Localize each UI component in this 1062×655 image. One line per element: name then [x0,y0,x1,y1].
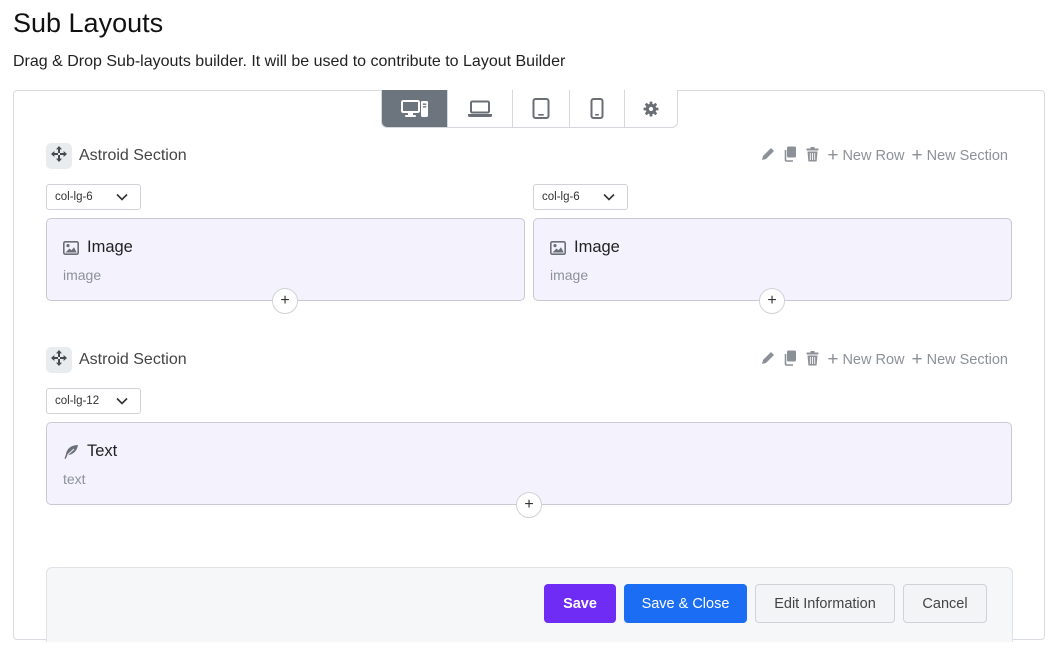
element-type: text [63,471,86,487]
builder-footer: Save Save & Close Edit Information Cance… [46,567,1013,642]
element-card-image[interactable]: Image image + [533,218,1012,314]
section-move-handle[interactable] [46,347,72,373]
page-title: Sub Layouts [13,8,164,38]
column-size-select[interactable]: col-lg-6 [533,184,628,210]
plus-icon: + [827,349,839,370]
device-settings-button[interactable] [625,90,677,127]
desktop-icon [400,99,429,119]
tablet-icon [532,98,550,119]
sublayout-builder: Astroid Section + New Row + New Section … [13,90,1045,642]
plus-icon: + [911,349,923,370]
image-icon [63,240,79,256]
plus-icon: + [280,292,290,309]
page-subtitle: Drag & Drop Sub-layouts builder. It will… [13,53,566,70]
device-mobile-button[interactable] [570,90,625,127]
feather-icon [63,444,79,460]
column-size-value: col-lg-12 [55,395,100,407]
new-section-button[interactable]: + New Section [911,349,1008,370]
column-size-value: col-lg-6 [55,191,93,203]
element-type: image [550,267,589,283]
pencil-icon [761,147,775,165]
trash-icon [806,146,819,166]
section-move-handle[interactable] [46,143,72,169]
element-title: Text [63,442,117,461]
new-row-label: New Row [842,352,905,368]
column-size-select[interactable]: col-lg-6 [46,184,141,210]
copy-icon [783,146,797,166]
new-row-button[interactable]: + New Row [827,145,905,166]
column-size-select[interactable]: col-lg-12 [46,388,141,414]
edit-information-button[interactable]: Edit Information [755,584,895,623]
new-section-label: New Section [926,148,1008,164]
move-icon [51,349,67,371]
device-switcher [381,90,678,128]
device-tablet-button[interactable] [513,90,570,127]
device-laptop-button[interactable] [448,90,513,127]
delete-section-button[interactable] [804,350,820,370]
chevron-down-icon [116,396,128,408]
laptop-icon [467,100,493,118]
column-size-value: col-lg-6 [542,191,580,203]
plus-icon: + [911,145,923,166]
new-row-button[interactable]: + New Row [827,349,905,370]
move-icon [51,145,67,167]
device-desktop-button[interactable] [382,90,448,127]
save-close-button[interactable]: Save & Close [624,584,747,623]
cancel-button[interactable]: Cancel [903,584,987,623]
plus-icon: + [767,292,777,309]
plus-icon: + [524,496,534,513]
section-tools: + New Row + New Section [760,145,1008,166]
section-header: Astroid Section + New Row + New Section [46,347,1012,373]
chevron-down-icon [116,192,128,204]
section-name: Astroid Section [79,147,187,164]
element-title: Image [550,238,620,257]
new-row-label: New Row [842,148,905,164]
mobile-icon [590,98,604,119]
add-element-button[interactable]: + [759,288,785,314]
chevron-down-icon [603,192,615,204]
duplicate-section-button[interactable] [782,146,798,166]
element-card-text[interactable]: Text text + [46,422,1012,518]
element-card-image[interactable]: Image image + [46,218,525,314]
element-type: image [63,267,102,283]
edit-section-button[interactable] [760,351,776,369]
new-section-label: New Section [926,352,1008,368]
add-element-button[interactable]: + [516,492,542,518]
element-title: Image [63,238,133,257]
delete-section-button[interactable] [804,146,820,166]
section-2: Astroid Section + New Row + New Section … [46,347,1013,518]
element-name: Image [87,238,133,256]
edit-section-button[interactable] [760,147,776,165]
section-name: Astroid Section [79,351,187,368]
section-tools: + New Row + New Section [760,349,1008,370]
trash-icon [806,350,819,370]
plus-icon: + [827,145,839,166]
copy-icon [783,350,797,370]
duplicate-section-button[interactable] [782,350,798,370]
gear-icon [643,101,659,117]
section-1: Astroid Section + New Row + New Section … [46,143,1013,314]
add-element-button[interactable]: + [272,288,298,314]
save-button[interactable]: Save [544,584,616,623]
element-name: Image [574,238,620,256]
new-section-button[interactable]: + New Section [911,145,1008,166]
image-icon [550,240,566,256]
pencil-icon [761,351,775,369]
element-name: Text [87,442,118,460]
section-header: Astroid Section + New Row + New Section [46,143,1012,169]
